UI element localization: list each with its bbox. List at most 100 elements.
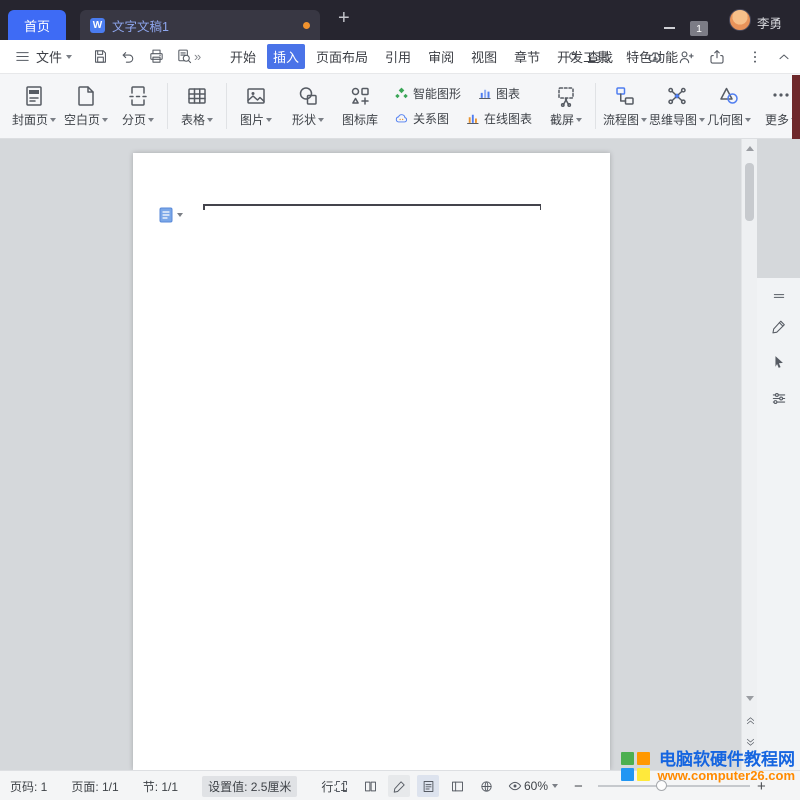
icon-library-button[interactable]: 图标库: [334, 84, 386, 128]
tab-insert[interactable]: 插入: [267, 44, 305, 69]
vertical-scrollbar[interactable]: [741, 139, 757, 770]
unsaved-dot-icon: [303, 22, 310, 29]
page-layout-view-icon: [421, 779, 436, 794]
double-chevron-down-icon: [745, 737, 756, 748]
undo-button[interactable]: [120, 48, 137, 65]
section-status[interactable]: 节: 1/1: [143, 778, 178, 795]
share-button[interactable]: [708, 48, 726, 66]
chart-button[interactable]: 图表: [477, 85, 520, 102]
table-button[interactable]: 表格: [171, 84, 223, 128]
save-button[interactable]: [92, 48, 109, 65]
flowchart-label: 流程图: [603, 111, 639, 128]
online-chart-icon: [465, 111, 480, 126]
smartart-button[interactable]: 智能图形: [394, 85, 461, 102]
blank-page-icon: [74, 84, 98, 108]
document-tab[interactable]: W 文字文稿1: [80, 10, 320, 40]
search-button[interactable]: 查找: [566, 40, 613, 73]
tab-references[interactable]: 引用: [379, 44, 417, 69]
page-count-status[interactable]: 页面: 1/1: [71, 778, 118, 795]
print-button[interactable]: [148, 48, 165, 65]
print-preview-button[interactable]: [176, 48, 193, 65]
settings-tool[interactable]: [770, 390, 787, 407]
more-dots-icon: [769, 84, 793, 108]
ribbon-separator: [595, 83, 596, 129]
ink-annotation-button[interactable]: [388, 775, 410, 797]
insert-ribbon: 封面页 空白页 分页 表格 图片 形状: [0, 74, 800, 139]
wps-writer-icon: W: [90, 18, 105, 33]
file-menu[interactable]: 文件: [36, 40, 72, 73]
page-break-icon: [126, 84, 150, 108]
zoom-out-button[interactable]: −: [574, 771, 583, 800]
picture-icon: [244, 84, 268, 108]
tab-page-layout[interactable]: 页面布局: [310, 44, 374, 69]
caret-down-icon: [50, 118, 56, 122]
scroll-down-button[interactable]: [742, 689, 758, 707]
user-name[interactable]: 李勇: [757, 13, 782, 32]
toolbar-overflow-button[interactable]: »: [194, 40, 199, 73]
geometry-button[interactable]: 几何图: [703, 84, 755, 128]
shapes-icon: [296, 84, 320, 108]
fit-page-button[interactable]: [330, 775, 352, 797]
flowchart-button[interactable]: 流程图: [599, 84, 651, 128]
avatar[interactable]: [729, 9, 751, 31]
eye-protect-button[interactable]: [504, 775, 526, 797]
zoom-slider-track[interactable]: [598, 785, 750, 787]
select-tool[interactable]: [770, 354, 787, 371]
page-break-button[interactable]: 分页: [112, 84, 164, 128]
scroll-up-arrow-icon[interactable]: [746, 146, 754, 151]
icon-library-label: 图标库: [342, 111, 378, 128]
page-view-button[interactable]: [417, 775, 439, 797]
screenshot-label: 截屏: [550, 111, 574, 128]
picture-button[interactable]: 图片: [230, 84, 282, 128]
tab-view[interactable]: 视图: [465, 44, 503, 69]
zoom-level-control[interactable]: 60%: [524, 771, 558, 800]
inserted-horizontal-line[interactable]: [204, 204, 540, 206]
caret-down-icon: [207, 118, 213, 122]
smartart-icon: [394, 86, 409, 101]
caret-down-icon: [266, 118, 272, 122]
tab-section[interactable]: 章节: [508, 44, 546, 69]
home-tab[interactable]: 首页: [8, 10, 66, 40]
outline-view-button[interactable]: [446, 775, 468, 797]
new-tab-button[interactable]: +: [338, 7, 350, 30]
caret-down-icon: [177, 213, 183, 217]
online-chart-button[interactable]: 在线图表: [465, 110, 532, 127]
tab-start[interactable]: 开始: [224, 44, 262, 69]
shapes-button[interactable]: 形状: [282, 84, 334, 128]
relationship-diagram-icon: [394, 111, 409, 126]
cloud-sync-icon: [646, 48, 664, 66]
notification-badge[interactable]: 1: [690, 21, 708, 36]
minimize-icon[interactable]: [664, 27, 675, 29]
web-layout-button[interactable]: [475, 775, 497, 797]
inline-object-handle[interactable]: [159, 207, 183, 223]
collapse-ribbon-button[interactable]: [776, 49, 792, 65]
two-page-view-button[interactable]: [359, 775, 381, 797]
previous-page-button[interactable]: [742, 711, 758, 729]
more-menu-button[interactable]: [747, 49, 763, 65]
page-number-status[interactable]: 页码: 1: [10, 778, 47, 795]
cover-page-icon: [22, 84, 46, 108]
invite-user-button[interactable]: [677, 48, 695, 66]
rail-grip-handle[interactable]: [771, 288, 787, 304]
statusbar-info: 页码: 1 页面: 1/1 节: 1/1 设置值: 2.5厘米 行: 1: [10, 771, 347, 800]
watermark-site-name: 电脑软硬件教程网: [658, 750, 796, 770]
double-chevron-up-icon: [745, 715, 756, 726]
blank-page-button[interactable]: 空白页: [60, 84, 112, 128]
scrollbar-thumb[interactable]: [745, 163, 754, 221]
relationship-diagram-button[interactable]: 关系图: [394, 110, 449, 127]
flowchart-icon: [613, 84, 637, 108]
main-menu-button[interactable]: [14, 40, 31, 73]
cover-page-label: 封面页: [12, 111, 48, 128]
quick-edit-tool[interactable]: [770, 318, 787, 335]
mindmap-button[interactable]: 思维导图: [651, 84, 703, 128]
tab-review[interactable]: 审阅: [422, 44, 460, 69]
next-page-button[interactable]: [742, 733, 758, 751]
screenshot-button[interactable]: 截屏: [540, 84, 592, 128]
cover-page-button[interactable]: 封面页: [8, 84, 60, 128]
right-tool-rail: [757, 278, 800, 800]
pen-icon: [392, 779, 407, 794]
document-page[interactable]: [133, 153, 610, 770]
setting-value-status[interactable]: 设置值: 2.5厘米: [202, 776, 297, 797]
cloud-sync-button[interactable]: [646, 48, 664, 66]
print-preview-icon: [176, 48, 193, 65]
